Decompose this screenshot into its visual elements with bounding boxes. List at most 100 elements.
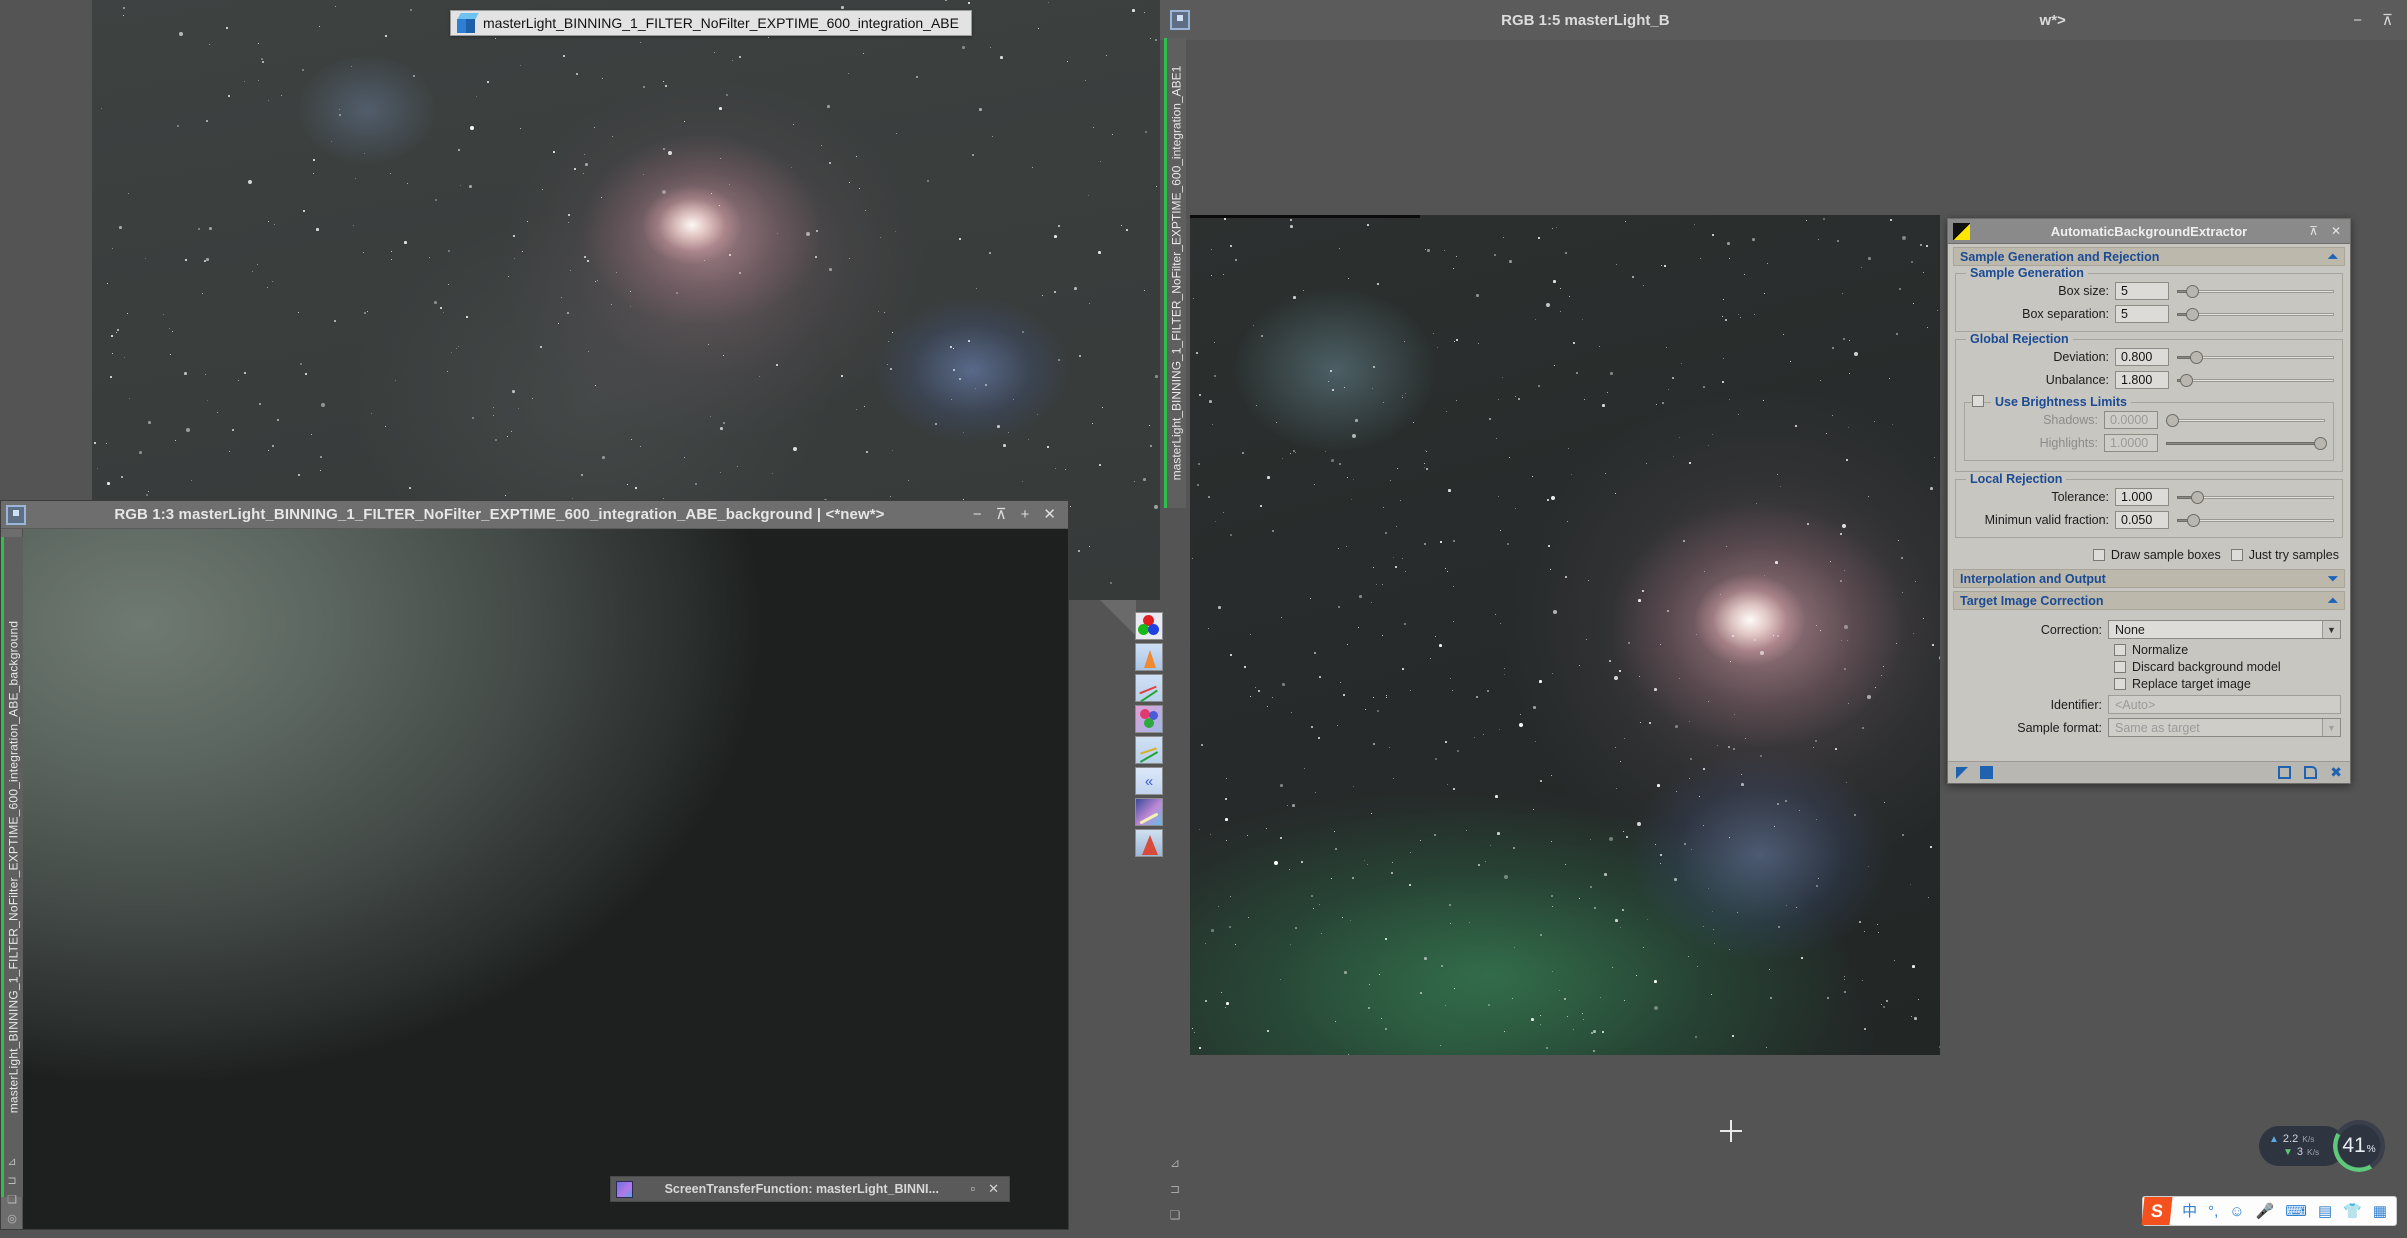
close-button[interactable]: ✖ [2330,765,2342,779]
restore-button[interactable]: ⊼ [996,507,1007,522]
sample-format-select[interactable]: Same as target ▼ [2108,718,2341,737]
chevron-down-icon[interactable]: ▼ [2322,621,2340,638]
abe1-window-buttons[interactable]: − ⊼ [2353,0,2393,40]
shadows-input[interactable]: 0.0000 [2104,410,2158,429]
field-sample-format[interactable]: Sample format: Same as target ▼ [1955,717,2341,738]
minimun-valid-fraction-input[interactable]: 0.050 [2115,510,2169,529]
abe-background-dock-icons[interactable]: ⊿ ⊐ ❏ ◎ [1,1155,23,1225]
abe-background-vertical-tab-strip[interactable]: masterLight_BINNING_1_FILTER_NoFilter_EX… [1,529,23,1229]
tolerance-slider[interactable] [2177,488,2336,506]
box-size-input[interactable]: 5 [2115,281,2169,300]
section-interpolation-and-output[interactable]: Interpolation and Output ⏷ [1953,569,2345,588]
normalize-option[interactable]: Normalize [2114,643,2341,657]
deviation-input[interactable]: 0.800 [2115,347,2169,366]
color-saturation-icon[interactable] [1135,705,1163,733]
abe1-vertical-tab[interactable]: masterLight_BINNING_1_FILTER_NoFilter_EX… [1164,38,1186,508]
identifier-input[interactable]: <Auto> [2108,695,2341,714]
field-highlights[interactable]: Highlights: 1.0000 [1971,432,2327,453]
abe-dialog-footer[interactable]: ✖ [1948,761,2350,783]
sogou-logo-icon[interactable]: S [2141,1197,2173,1225]
replace-target-image-option[interactable]: Replace target image [2114,677,2341,691]
apply-button[interactable] [1956,766,1968,779]
apply-global-button[interactable] [1980,766,1993,779]
curves-graph-icon[interactable] [1135,736,1163,764]
rollup-button[interactable]: ⊼ [2309,224,2318,238]
abe1-dock-icons[interactable]: ⊿ ⊐ ❏ [1164,1156,1186,1222]
minimun-valid-fraction-slider[interactable] [2177,511,2336,529]
abe-background-window[interactable]: RGB 1:3 masterLight_BINNING_1_FILTER_NoF… [0,500,1069,1230]
emoji-icon[interactable]: ☺ [2229,1204,2244,1219]
rgb-channels-icon[interactable] [1135,612,1163,640]
field-minimun-valid-fraction[interactable]: Minimun valid fraction: 0.050 [1962,509,2336,530]
stf-window[interactable]: ScreenTransferFunction: masterLight_BINN… [610,1176,1010,1202]
curves-transformation-icon[interactable] [1135,674,1163,703]
chevron-up-icon[interactable]: ⏶ [2328,594,2338,607]
field-shadows[interactable]: Shadows: 0.0000 [1971,409,2327,430]
shadows-slider[interactable] [2166,411,2327,429]
discard-background-model-option[interactable]: Discard background model [2114,660,2341,674]
chevron-down-icon[interactable]: ⏷ [2328,572,2338,585]
wavelet-icon[interactable] [1135,829,1163,857]
chevron-down-icon[interactable]: ▼ [2322,719,2340,736]
target-icon[interactable]: ◎ [7,1212,17,1225]
field-identifier[interactable]: Identifier: <Auto> [1955,694,2341,715]
box-separation-slider[interactable] [2177,305,2336,323]
punctuation-icon[interactable]: °, [2208,1204,2218,1219]
abe-background-window-buttons[interactable]: − ⊼ + ✕ [973,507,1068,522]
soft-keyboard-icon[interactable]: ⌨ [2285,1204,2307,1219]
draw-sample-boxes-option[interactable]: Draw sample boxes [2092,548,2221,562]
deviation-slider[interactable] [2177,348,2336,366]
field-correction[interactable]: Correction: None ▼ [1955,619,2341,640]
close-icon[interactable]: ✕ [2331,224,2341,238]
box-size-slider[interactable] [2177,282,2336,300]
highlights-slider[interactable] [2166,434,2327,452]
stf-buttons[interactable]: ▫ ✕ [970,1181,1009,1197]
restore-button[interactable]: ⊼ [2382,11,2393,29]
chinese-mode-icon[interactable]: 中 [2182,1204,2197,1219]
close-button[interactable]: ✕ [988,1181,999,1197]
voice-input-icon[interactable]: 🎤 [2256,1204,2275,1219]
unbalance-slider[interactable] [2177,371,2336,389]
fit-window-icon[interactable]: ⊐ [7,1174,16,1187]
tolerance-input[interactable]: 1.000 [2115,487,2169,506]
section-sample-generation-and-rejection[interactable]: Sample Generation and Rejection ⏶ [1953,247,2345,266]
unbalance-input[interactable]: 1.800 [2115,370,2169,389]
abe-background-vertical-tab[interactable]: masterLight_BINNING_1_FILTER_NoFilter_EX… [1,537,23,1197]
abe-dialog-buttons[interactable]: ⊼ ✕ [2309,224,2350,238]
highlights-input[interactable]: 1.0000 [2104,433,2158,452]
correction-select[interactable]: None ▼ [2108,620,2341,639]
abe1-titlebar[interactable] [1160,0,2407,40]
sogou-ime-toolbar[interactable]: S 中 °, ☺ 🎤 ⌨ ▤ 👕 ▦ [2141,1196,2397,1226]
restore-button[interactable]: ▫ [970,1181,975,1197]
field-box-size[interactable]: Box size: 5 [1962,280,2336,301]
duplicate-icon[interactable]: ❏ [1170,1208,1181,1222]
just-try-samples-option[interactable]: Just try samples [2230,548,2339,562]
reset-button[interactable] [2304,766,2318,779]
abe-dialog-titlebar[interactable]: AutomaticBackgroundExtractor ⊼ ✕ [1948,219,2350,244]
zoom-fit-icon[interactable]: ⊿ [7,1155,16,1168]
abe-background-titlebar[interactable]: RGB 1:3 masterLight_BINNING_1_FILTER_NoF… [1,501,1068,529]
browse-documentation-button[interactable] [2278,766,2292,779]
field-deviation[interactable]: Deviation: 0.800 [1962,346,2336,367]
rewind-icon[interactable]: « [1135,767,1163,795]
skin-icon[interactable]: 👕 [2343,1204,2362,1219]
field-tolerance[interactable]: Tolerance: 1.000 [1962,486,2336,507]
minimize-button[interactable]: − [2353,12,2362,29]
replace-target-image-checkbox[interactable] [2114,678,2126,690]
user-card-icon[interactable]: ▤ [2318,1204,2332,1219]
minimize-button[interactable]: − [973,507,982,522]
histogram-transformation-icon[interactable] [1135,643,1163,671]
toolbox-icon[interactable]: ▦ [2373,1204,2387,1219]
normalize-checkbox[interactable] [2114,644,2126,656]
fit-window-icon[interactable]: ⊐ [1170,1182,1180,1196]
duplicate-icon[interactable]: ❏ [7,1193,17,1206]
close-button[interactable]: ✕ [1043,507,1056,522]
chevron-up-icon[interactable]: ⏶ [2328,250,2338,263]
draw-sample-boxes-checkbox[interactable] [2092,549,2105,561]
box-separation-input[interactable]: 5 [2115,304,2169,323]
just-try-samples-checkbox[interactable] [2230,549,2243,561]
field-unbalance[interactable]: Unbalance: 1.800 [1962,369,2336,390]
zoom-fit-icon[interactable]: ⊿ [1170,1156,1180,1170]
use-brightness-limits-checkbox[interactable] [1972,395,1984,407]
maximize-button[interactable]: + [1021,507,1030,522]
